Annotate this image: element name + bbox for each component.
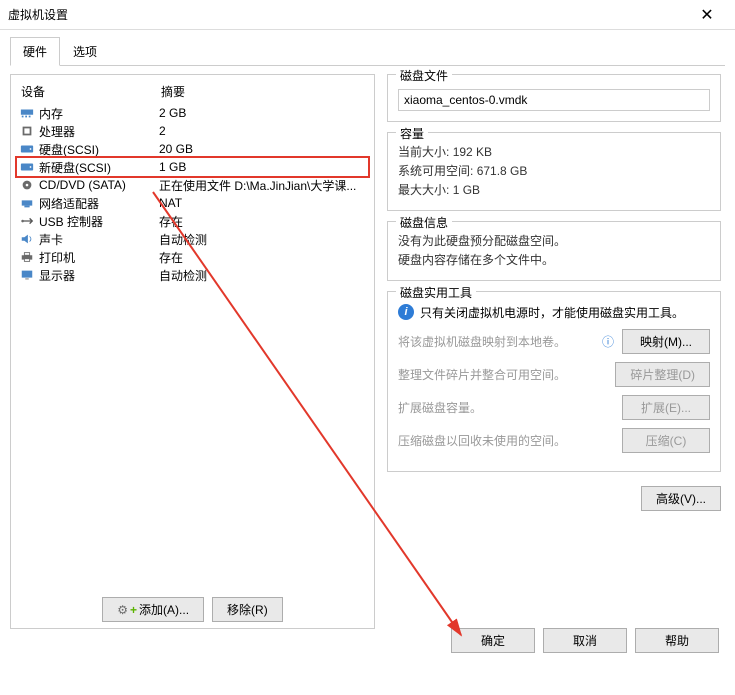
disk-info-line1: 没有为此硬盘预分配磁盘空间。 bbox=[398, 232, 710, 249]
usb-icon bbox=[19, 214, 35, 228]
dialog-footer: 确定 取消 帮助 bbox=[451, 628, 719, 653]
disk-util-legend: 磁盘实用工具 bbox=[396, 284, 476, 301]
device-row[interactable]: 网络适配器NAT bbox=[17, 194, 368, 212]
device-row[interactable]: 声卡自动检测 bbox=[17, 230, 368, 248]
tab-hardware[interactable]: 硬件 bbox=[10, 37, 60, 66]
close-icon[interactable]: ✕ bbox=[687, 5, 727, 25]
device-list: 内存2 GB处理器2硬盘(SCSI)20 GB新硬盘(SCSI)1 GBCD/D… bbox=[17, 104, 368, 591]
defrag-text: 整理文件碎片并整合可用空间。 bbox=[398, 366, 607, 383]
remove-button[interactable]: 移除(R) bbox=[212, 597, 283, 622]
device-summary: 2 bbox=[159, 124, 366, 138]
cancel-button[interactable]: 取消 bbox=[543, 628, 627, 653]
device-summary: 存在 bbox=[159, 213, 366, 230]
device-name: 内存 bbox=[39, 105, 159, 122]
expand-button[interactable]: 扩展(E)... bbox=[622, 395, 710, 420]
device-summary: 存在 bbox=[159, 249, 366, 266]
col-device: 设备 bbox=[21, 83, 161, 100]
device-name: 硬盘(SCSI) bbox=[39, 141, 159, 158]
tabs: 硬件 选项 bbox=[10, 36, 725, 66]
device-row[interactable]: CD/DVD (SATA)正在使用文件 D:\Ma.JinJian\大学课... bbox=[17, 176, 368, 194]
device-summary: 1 GB bbox=[159, 160, 366, 174]
capacity-legend: 容量 bbox=[396, 125, 428, 142]
tab-options[interactable]: 选项 bbox=[60, 37, 110, 66]
device-panel: 设备 摘要 内存2 GB处理器2硬盘(SCSI)20 GB新硬盘(SCSI)1 … bbox=[10, 74, 375, 629]
disk-file-group: 磁盘文件 bbox=[387, 74, 721, 122]
device-summary: 自动检测 bbox=[159, 267, 366, 284]
disk-info-legend: 磁盘信息 bbox=[396, 214, 452, 231]
device-name: 新硬盘(SCSI) bbox=[39, 159, 159, 176]
device-name: USB 控制器 bbox=[39, 213, 159, 230]
sound-icon bbox=[19, 232, 35, 246]
disk-file-legend: 磁盘文件 bbox=[396, 67, 452, 84]
cd-icon bbox=[19, 178, 35, 192]
info-icon: ⓘ bbox=[602, 333, 614, 350]
map-text: 将该虚拟机磁盘映射到本地卷。 bbox=[398, 333, 588, 350]
device-row[interactable]: 新硬盘(SCSI)1 GB bbox=[17, 158, 368, 176]
display-icon bbox=[19, 268, 35, 282]
device-summary: 20 GB bbox=[159, 142, 366, 156]
col-summary: 摘要 bbox=[161, 83, 185, 100]
net-icon bbox=[19, 196, 35, 210]
device-summary: NAT bbox=[159, 196, 366, 210]
expand-text: 扩展磁盘容量。 bbox=[398, 399, 614, 416]
free-space: 系统可用空间: 671.8 GB bbox=[398, 162, 710, 179]
cpu-icon bbox=[19, 124, 35, 138]
device-row[interactable]: 处理器2 bbox=[17, 122, 368, 140]
device-row[interactable]: USB 控制器存在 bbox=[17, 212, 368, 230]
printer-icon bbox=[19, 250, 35, 264]
help-button[interactable]: 帮助 bbox=[635, 628, 719, 653]
device-name: 声卡 bbox=[39, 231, 159, 248]
capacity-group: 容量 当前大小: 192 KB 系统可用空间: 671.8 GB 最大大小: 1… bbox=[387, 132, 721, 211]
add-button[interactable]: ⚙+添加(A)... bbox=[102, 597, 204, 622]
device-name: 显示器 bbox=[39, 267, 159, 284]
compact-text: 压缩磁盘以回收未使用的空间。 bbox=[398, 432, 614, 449]
device-name: 网络适配器 bbox=[39, 195, 159, 212]
disk-info-line2: 硬盘内容存储在多个文件中。 bbox=[398, 251, 710, 268]
device-name: 打印机 bbox=[39, 249, 159, 266]
device-list-header: 设备 摘要 bbox=[17, 81, 368, 104]
titlebar: 虚拟机设置 ✕ bbox=[0, 0, 735, 30]
device-row[interactable]: 硬盘(SCSI)20 GB bbox=[17, 140, 368, 158]
advanced-button[interactable]: 高级(V)... bbox=[641, 486, 721, 511]
disk-icon bbox=[19, 142, 35, 156]
compact-button[interactable]: 压缩(C) bbox=[622, 428, 710, 453]
map-button[interactable]: 映射(M)... bbox=[622, 329, 710, 354]
plus-icon: + bbox=[130, 603, 137, 617]
device-summary: 2 GB bbox=[159, 106, 366, 120]
disk-file-input[interactable] bbox=[398, 89, 710, 111]
device-row[interactable]: 打印机存在 bbox=[17, 248, 368, 266]
device-row[interactable]: 内存2 GB bbox=[17, 104, 368, 122]
gear-icon: ⚙ bbox=[117, 603, 128, 617]
util-note: i 只有关闭虚拟机电源时，才能使用磁盘实用工具。 bbox=[398, 304, 710, 321]
window-title: 虚拟机设置 bbox=[8, 6, 687, 23]
device-name: CD/DVD (SATA) bbox=[39, 178, 159, 192]
device-name: 处理器 bbox=[39, 123, 159, 140]
disk-util-group: 磁盘实用工具 i 只有关闭虚拟机电源时，才能使用磁盘实用工具。 将该虚拟机磁盘映… bbox=[387, 291, 721, 472]
disk-icon bbox=[19, 160, 35, 174]
device-summary: 正在使用文件 D:\Ma.JinJian\大学课... bbox=[159, 177, 366, 194]
disk-info-group: 磁盘信息 没有为此硬盘预分配磁盘空间。 硬盘内容存储在多个文件中。 bbox=[387, 221, 721, 281]
device-row[interactable]: 显示器自动检测 bbox=[17, 266, 368, 284]
ok-button[interactable]: 确定 bbox=[451, 628, 535, 653]
max-size: 最大大小: 1 GB bbox=[398, 181, 710, 198]
memory-icon bbox=[19, 106, 35, 120]
device-summary: 自动检测 bbox=[159, 231, 366, 248]
defrag-button[interactable]: 碎片整理(D) bbox=[615, 362, 710, 387]
current-size: 当前大小: 192 KB bbox=[398, 143, 710, 160]
info-icon: i bbox=[398, 304, 414, 320]
